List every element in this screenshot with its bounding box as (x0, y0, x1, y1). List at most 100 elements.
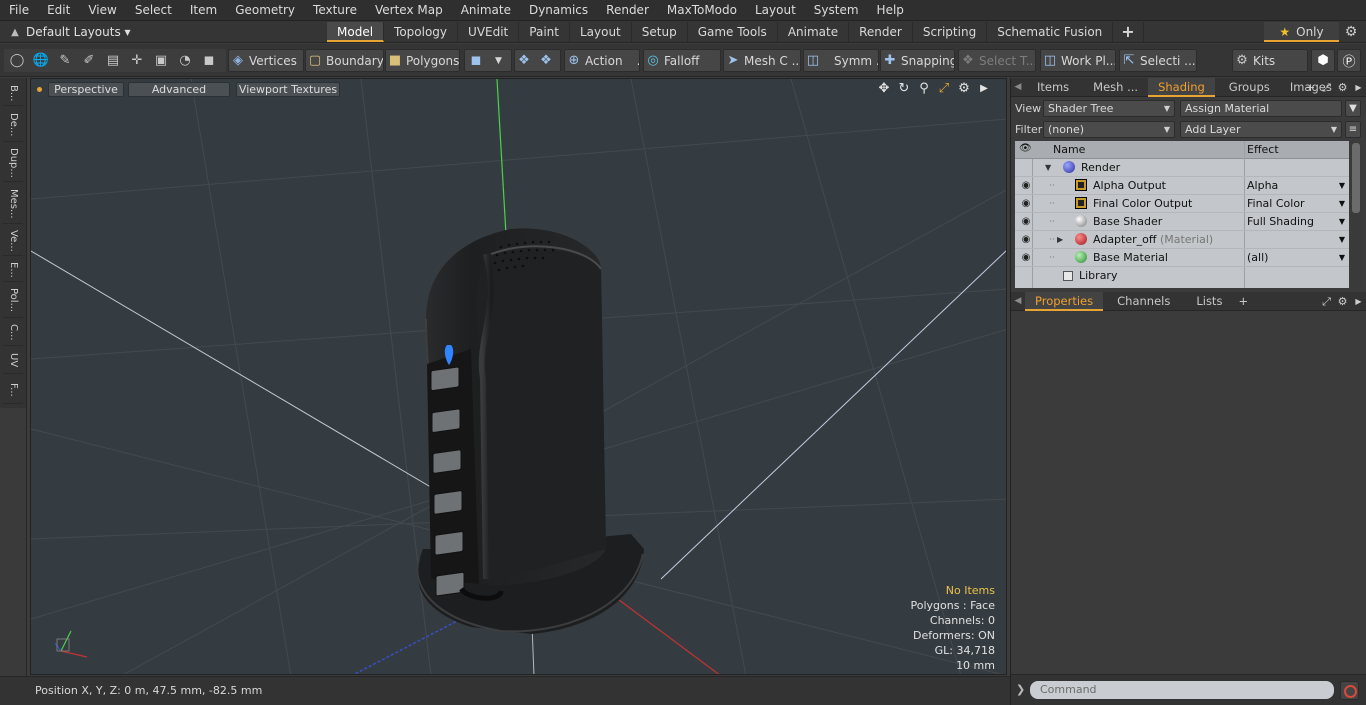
left-tab-fusion[interactable]: F... (3, 376, 23, 404)
menu-edit[interactable]: Edit (38, 0, 79, 21)
left-tab-deform[interactable]: De... (3, 108, 23, 142)
tree-row-alpha-output[interactable]: ◉ ·· Alpha Output Alpha ▼ (1015, 177, 1349, 195)
vertices-button[interactable]: ◈ Vertices (228, 49, 304, 72)
tree-row-library[interactable]: Library (1015, 267, 1349, 285)
effect-dropdown-icon[interactable]: ▼ (1339, 249, 1345, 267)
left-tab-basic[interactable]: B... (3, 82, 23, 106)
tab-model[interactable]: Model (327, 22, 385, 42)
filter-funnel-icon[interactable]: ▼ (1345, 100, 1361, 117)
command-chevron-icon[interactable]: ❯ (1016, 683, 1025, 696)
menu-help[interactable]: Help (868, 0, 913, 21)
tab-uvedit[interactable]: UVEdit (458, 22, 520, 42)
mesh-constraint-button[interactable]: ➤ Mesh C ... (723, 49, 801, 72)
filter-dropdown[interactable]: (none) ▼ (1043, 121, 1175, 138)
eye-icon[interactable]: ◉ (1019, 213, 1033, 231)
circle-select-icon[interactable]: ◯ (8, 53, 26, 68)
selection-sets-button[interactable]: ⇱ Selecti ... (1119, 49, 1197, 72)
menu-animate[interactable]: Animate (452, 0, 520, 21)
tab-mesh[interactable]: Mesh ... (1083, 78, 1148, 97)
globe-icon[interactable]: 🌐 (32, 53, 50, 68)
tab-layout[interactable]: Layout (570, 22, 632, 42)
menu-item[interactable]: Item (181, 0, 226, 21)
tab-render[interactable]: Render (849, 22, 913, 42)
expand-panel-icon[interactable]: ⤢ (1320, 78, 1333, 97)
unreal-button[interactable]: Ⓟ (1337, 49, 1361, 72)
eye-icon[interactable]: ◉ (1019, 249, 1033, 267)
select-through-button[interactable]: ❖ Select T... (958, 49, 1036, 72)
menu-system[interactable]: System (805, 0, 868, 21)
view-dropdown[interactable]: Shader Tree ▼ (1043, 100, 1175, 117)
boundary-button[interactable]: ▢ Boundary (305, 49, 384, 72)
tree-row-render[interactable]: ▼ Render (1015, 159, 1349, 177)
move-view-icon[interactable]: ✥ (876, 81, 892, 97)
menu-texture[interactable]: Texture (304, 0, 366, 21)
menu-layout[interactable]: Layout (746, 0, 805, 21)
menu-maxtomodo[interactable]: MaxToModo (658, 0, 746, 21)
eye-icon[interactable]: ◉ (1019, 195, 1033, 213)
only-toggle[interactable]: ★ Only (1264, 22, 1339, 42)
tree-row-base-shader[interactable]: ◉ ·· Base Shader Full Shading ▼ (1015, 213, 1349, 231)
list-options-icon[interactable]: ≡ (1345, 121, 1361, 138)
3d-viewport[interactable]: Perspective Advanced Viewport Textures ✥… (30, 78, 1007, 675)
add-panel-tab-icon[interactable]: + (1304, 78, 1317, 97)
menu-view[interactable]: View (79, 0, 125, 21)
brush-icon[interactable]: ✐ (80, 53, 98, 68)
tab-game-tools[interactable]: Game Tools (688, 22, 778, 42)
record-macro-icon[interactable] (1340, 681, 1359, 700)
tab-topology[interactable]: Topology (384, 22, 459, 42)
align-icon[interactable]: ▤ (104, 53, 122, 68)
pivot-icon[interactable]: ❖ (515, 53, 533, 68)
tab-properties[interactable]: Properties (1025, 291, 1104, 311)
lower-panel-gear-icon[interactable]: ⚙ (1336, 292, 1349, 311)
action-button[interactable]: ⊕Action... (564, 49, 640, 72)
maximize-view-icon[interactable]: ⤢ (936, 81, 952, 97)
viewport-menu-dot-icon[interactable] (37, 87, 42, 92)
menu-file[interactable]: File (0, 0, 38, 21)
effect-dropdown-icon[interactable]: ▼ (1339, 195, 1345, 213)
collapsed-triangle-icon[interactable]: ▶ (1057, 231, 1063, 249)
collapse-arrow-icon[interactable]: ▲ (4, 27, 26, 38)
zoom-view-icon[interactable]: ⚲ (916, 81, 932, 97)
menu-select[interactable]: Select (126, 0, 181, 21)
viewport-textures-button[interactable]: Viewport Textures (236, 82, 340, 97)
name-column-header[interactable]: Name (1053, 143, 1085, 156)
rotate-view-icon[interactable]: ↻ (896, 81, 912, 97)
tab-shading[interactable]: Shading (1148, 77, 1215, 97)
unity-button[interactable]: ⬢ (1311, 49, 1335, 72)
left-tab-vertex[interactable]: Ve... (3, 226, 23, 256)
effect-dropdown-icon[interactable]: ▼ (1339, 231, 1345, 249)
menu-render[interactable]: Render (597, 0, 658, 21)
eye-icon[interactable]: ◉ (1019, 177, 1033, 195)
symmetry-button[interactable]: ◫Symm ... (803, 49, 879, 72)
tab-lists[interactable]: Lists (1186, 292, 1234, 311)
command-input[interactable]: Command (1030, 681, 1334, 699)
polygons-button[interactable]: ■ Polygons (385, 49, 460, 72)
grid-center-icon[interactable]: ✛ (128, 53, 146, 68)
pen-icon[interactable]: ✎ (56, 53, 74, 68)
tab-setup[interactable]: Setup (632, 22, 688, 42)
left-tab-curve[interactable]: C... (3, 320, 23, 346)
panel-more-icon[interactable]: ▶ (1352, 78, 1365, 97)
pie-icon[interactable]: ◔ (176, 53, 194, 68)
lower-panel-grip-icon[interactable]: ◀ (1011, 296, 1025, 306)
cube-shade-icon[interactable]: ◼ (200, 53, 218, 68)
tree-row-final-color-output[interactable]: ◉ ·· Final Color Output Final Color ▼ (1015, 195, 1349, 213)
tab-items[interactable]: Items (1025, 78, 1083, 97)
lower-panel-more-icon[interactable]: ▶ (1352, 292, 1365, 311)
kits-button[interactable]: ⚙ Kits (1232, 49, 1308, 72)
panel-grip-icon[interactable]: ◀ (1011, 82, 1025, 92)
effect-dropdown-icon[interactable]: ▼ (1339, 177, 1345, 195)
tab-paint[interactable]: Paint (519, 22, 570, 42)
tab-schematic-fusion[interactable]: Schematic Fusion (987, 22, 1114, 42)
viewport-more-icon[interactable]: ▶ (976, 81, 992, 97)
effect-column-header[interactable]: Effect (1247, 143, 1279, 156)
add-tab-icon[interactable]: + (1113, 22, 1144, 42)
advanced-button[interactable]: Advanced (128, 82, 230, 97)
add-layer-dropdown[interactable]: Add Layer ▼ (1180, 121, 1342, 138)
tab-groups[interactable]: Groups (1215, 78, 1280, 97)
tree-row-adapter-off[interactable]: ◉ ·· ▶ Adapter_off (Material) ▼ (1015, 231, 1349, 249)
square-target-icon[interactable]: ▣ (152, 53, 170, 68)
item-mode-dropdown[interactable]: ◼ ▼ (464, 49, 512, 72)
gear-icon[interactable]: ⚙ (1341, 22, 1361, 42)
left-tab-mesh-edit[interactable]: Mes... (3, 184, 23, 224)
